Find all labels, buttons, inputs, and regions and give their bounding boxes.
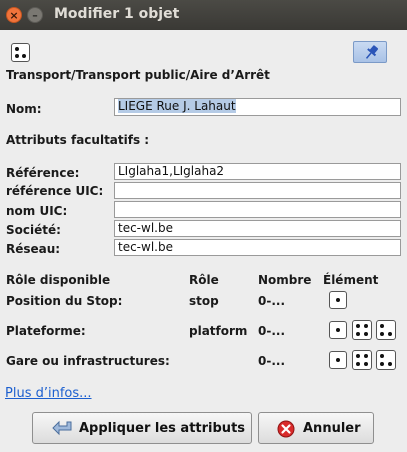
role-row-stop-count: 0-... — [258, 294, 286, 308]
network-input[interactable]: tec-wl.be — [114, 239, 401, 256]
apply-attributes-label: Appliquer les attributs — [79, 421, 246, 436]
pin-toggle-button[interactable] — [353, 41, 387, 63]
name-input[interactable]: LIEGE Rue J. Lahaut — [114, 98, 401, 116]
preset-icon — [11, 43, 30, 62]
title-bar: × – Modifier 1 objet — [0, 0, 407, 30]
role-row-stop-label: Position du Stop: — [6, 294, 123, 308]
name-value: LIEGE Rue J. Lahaut — [118, 99, 236, 113]
way-element-button[interactable] — [352, 350, 372, 370]
dialog-window: × – Modifier 1 objet Transport/Transport… — [0, 0, 407, 452]
company-label: Société: — [6, 223, 61, 237]
role-row-stop-role: stop — [189, 294, 219, 308]
uic-name-label: nom UIC: — [6, 204, 68, 218]
roles-header-count: Nombre — [258, 273, 312, 287]
uic-reference-label: référence UIC: — [6, 184, 104, 198]
network-label: Réseau: — [6, 242, 61, 256]
roles-header-role: Rôle — [189, 273, 219, 287]
minimize-window-button[interactable]: – — [27, 7, 43, 23]
role-row-infrastructure-count: 0-... — [258, 354, 286, 368]
role-row-platform-count: 0-... — [258, 324, 286, 338]
optional-heading: Attributs facultatifs : — [6, 133, 150, 147]
company-value: tec-wl.be — [118, 221, 173, 235]
apply-arrow-icon — [52, 420, 72, 436]
uic-reference-input[interactable] — [114, 182, 401, 199]
reference-value: LIglaha1,LIglaha2 — [118, 164, 225, 178]
role-row-infrastructure-label: Gare ou infrastructures: — [6, 354, 170, 368]
roles-header-element: Élément — [323, 273, 379, 287]
area-element-button[interactable] — [376, 320, 396, 340]
role-row-platform-label: Plateforme: — [6, 324, 86, 338]
cancel-icon — [277, 420, 295, 438]
way-element-button[interactable] — [352, 320, 372, 340]
uic-name-input[interactable] — [114, 201, 401, 218]
pin-icon — [365, 45, 379, 59]
node-element-button[interactable] — [329, 351, 347, 369]
roles-header-available: Rôle disponible — [6, 273, 111, 287]
name-label: Nom: — [6, 102, 42, 116]
reference-label: Référence: — [6, 166, 80, 180]
apply-attributes-button[interactable]: Appliquer les attributs — [32, 412, 252, 444]
company-input[interactable]: tec-wl.be — [114, 220, 401, 237]
window-title: Modifier 1 objet — [54, 6, 180, 22]
network-value: tec-wl.be — [118, 240, 173, 254]
more-info-link[interactable]: Plus d’infos... — [5, 386, 92, 401]
node-element-button[interactable] — [329, 291, 347, 309]
cancel-button[interactable]: Annuler — [258, 412, 374, 444]
reference-input[interactable]: LIglaha1,LIglaha2 — [114, 163, 401, 180]
role-row-platform-role: platform — [189, 324, 248, 338]
preset-path: Transport/Transport public/Aire d’Arrêt — [6, 68, 270, 82]
area-element-button[interactable] — [376, 350, 396, 370]
cancel-label: Annuler — [303, 421, 361, 436]
node-element-button[interactable] — [329, 321, 347, 339]
close-window-button[interactable]: × — [6, 7, 22, 23]
